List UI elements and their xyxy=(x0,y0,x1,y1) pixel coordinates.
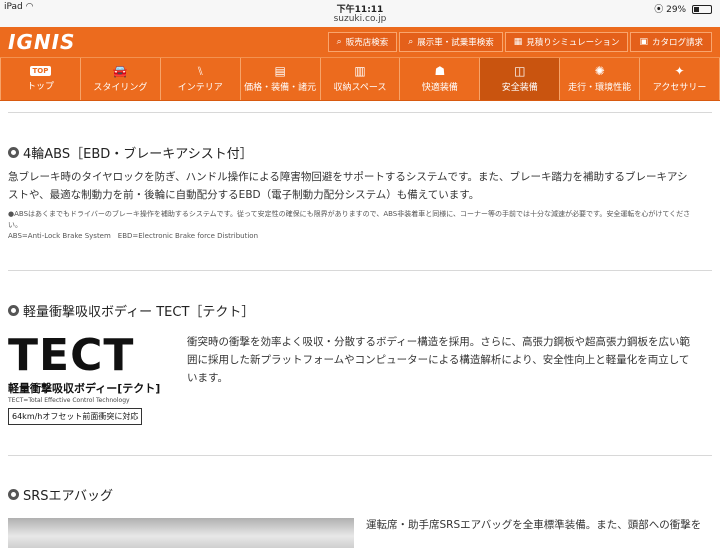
nav-item-2[interactable]: ⑊ インテリア xyxy=(161,58,241,100)
header-link-3[interactable]: ▣ カタログ請求 xyxy=(630,32,712,52)
abs-description: 急ブレーキ時のタイヤロックを防ぎ、ハンドル操作による障害物回避をサポートするシス… xyxy=(8,168,716,204)
tect-section-title: 軽量衝撃吸収ボディー TECT［テクト］ xyxy=(8,301,254,320)
price-list-icon: ▤ xyxy=(274,64,286,78)
main-nav: TOP トップ 🚘 スタイリング ⑊ インテリア ▤ 価格・装備・諸元 ▥ 収納スペース ☗ 快適装備… xyxy=(0,57,720,101)
header-link-label: 見積りシミュレーション xyxy=(526,38,620,48)
bullet-icon xyxy=(8,489,19,500)
site-header: IGNIS ⌕ 販売店検索 ⌕ 展示車・試乗車検索 ▦ 見積りシミュレーション ▣ カタログ請… xyxy=(0,27,720,57)
srs-description: 運転席・助手席SRSエアバッグを全車標準装備。また、頭部への衝撃を xyxy=(366,516,718,534)
storage-icon: ▥ xyxy=(354,64,366,78)
abs-body-line: ストや、最適な制動力を前・後輪に自動配分するEBD（電子制動力配分システム）も備… xyxy=(8,189,480,201)
nav-item-label: インテリア xyxy=(177,83,223,93)
performance-icon: ✺ xyxy=(594,64,605,78)
top-icon: TOP xyxy=(29,66,52,76)
orientation-lock-icon: ⦿ xyxy=(654,5,664,15)
comfort-icon: ☗ xyxy=(434,64,446,78)
search-icon: ⌕ xyxy=(408,37,414,47)
header-link-label: カタログ請求 xyxy=(651,38,703,48)
accessory-icon: ✦ xyxy=(674,64,685,78)
nav-item-label: トップ xyxy=(26,82,54,92)
nav-item-7[interactable]: ✺ 走行・環境性能 xyxy=(560,58,641,100)
srs-section-title: SRSエアバッグ xyxy=(8,485,113,504)
battery-percent: 29% xyxy=(666,5,687,15)
tect-logo-badge: 64km/hオフセット前面衝突に対応 xyxy=(8,408,143,425)
address-url[interactable]: suzuki.co.jp xyxy=(0,14,720,24)
nav-item-label: アクセサリー xyxy=(652,83,707,93)
nav-item-1[interactable]: 🚘 スタイリング xyxy=(81,58,161,100)
nav-item-3[interactable]: ▤ 価格・装備・諸元 xyxy=(241,58,321,100)
calculator-icon: ▦ xyxy=(513,37,523,47)
seat-icon: ⑊ xyxy=(196,64,204,78)
nav-item-8[interactable]: ✦ アクセサリー xyxy=(640,58,720,100)
nav-item-5[interactable]: ☗ 快適装備 xyxy=(400,58,481,100)
abs-body-line: 急ブレーキ時のタイヤロックを防ぎ、ハンドル操作による障害物回避をサポートするシス… xyxy=(8,171,688,183)
tect-logo-letters: TECT xyxy=(8,330,135,381)
nav-item-label: 安全装備 xyxy=(501,83,538,93)
tect-body-line: 衝突時の衝撃を効率よく吸収・分散するボディー構造を採用。さらに、高張力鋼板や超高… xyxy=(187,336,690,348)
header-link-1[interactable]: ⌕ 展示車・試乗車検索 xyxy=(399,32,503,52)
airbag-photo xyxy=(8,518,354,548)
srs-title-text: SRSエアバッグ xyxy=(23,489,114,504)
tect-description: 衝突時の衝撃を効率よく吸収・分散するボディー構造を採用。さらに、高張力鋼板や超高… xyxy=(187,333,715,387)
nav-item-0[interactable]: TOP トップ xyxy=(0,58,81,100)
search-icon: ⌕ xyxy=(336,37,342,47)
header-link-label: 展示車・試乗車検索 xyxy=(417,38,494,48)
abs-title-text: 4輪ABS［EBD・ブレーキアシスト付］ xyxy=(23,147,253,162)
tect-logo-jp: 軽量衝撃吸収ボディー[テクト] xyxy=(8,382,161,395)
nav-item-6[interactable]: ◫ 安全装備 xyxy=(480,58,561,100)
divider xyxy=(8,270,712,271)
abs-section-title: 4輪ABS［EBD・ブレーキアシスト付］ xyxy=(8,143,253,162)
bullet-icon xyxy=(8,147,19,158)
divider xyxy=(8,112,712,113)
ignis-logo[interactable]: IGNIS xyxy=(8,30,75,54)
battery-icon xyxy=(692,5,712,14)
battery-fill xyxy=(694,7,699,12)
catalog-icon: ▣ xyxy=(639,37,648,47)
abs-abbreviation-note: ABS=Anti-Lock Brake System EBD=Electroni… xyxy=(8,232,259,240)
nav-item-label: 価格・装備・諸元 xyxy=(244,83,317,93)
abs-note-line: ●ABSはあくまでもドライバーのブレーキ操作を補助するシステムです。従って安定性… xyxy=(8,210,691,218)
nav-item-label: 走行・環境性能 xyxy=(568,83,632,93)
nav-item-label: スタイリング xyxy=(93,83,148,93)
tect-body-line: います。 xyxy=(187,372,228,384)
status-right: ⦿ 29% xyxy=(654,2,712,15)
header-link-label: 販売店検索 xyxy=(345,38,389,48)
abs-note-line: い。 xyxy=(8,221,22,229)
divider xyxy=(8,455,712,456)
tect-logo-image: TECT 軽量衝撃吸収ボディー[テクト] TECT=Total Effectiv… xyxy=(8,334,176,426)
header-link-0[interactable]: ⌕ 販売店検索 xyxy=(327,32,398,52)
nav-item-4[interactable]: ▥ 収納スペース xyxy=(321,58,401,100)
status-bar: iPad ◠ 下午11:11 suzuki.co.jp ⦿ 29% xyxy=(0,0,720,27)
srs-body-line: 運転席・助手席SRSエアバッグを全車標準装備。また、頭部への衝撃を xyxy=(366,519,702,531)
tect-body-line: 囲に採用した新プラットフォームやコンピューターによる構造解析により、安全性向上と… xyxy=(187,354,690,366)
nav-item-label: 快適装備 xyxy=(421,83,458,93)
car-icon: 🚘 xyxy=(112,64,128,78)
header-link-2[interactable]: ▦ 見積りシミュレーション xyxy=(504,32,629,52)
tect-logo-en: TECT=Total Effective Control Technology xyxy=(8,397,130,404)
header-links: ⌕ 販売店検索 ⌕ 展示車・試乗車検索 ▦ 見積りシミュレーション ▣ カタログ請求 xyxy=(327,32,712,52)
tect-title-text: 軽量衝撃吸収ボディー TECT［テクト］ xyxy=(23,305,255,320)
abs-note: ●ABSはあくまでもドライバーのブレーキ操作を補助するシステムです。従って安定性… xyxy=(8,209,712,242)
bullet-icon xyxy=(8,305,19,316)
safety-icon: ◫ xyxy=(514,64,526,78)
nav-item-label: 収納スペース xyxy=(333,83,387,93)
